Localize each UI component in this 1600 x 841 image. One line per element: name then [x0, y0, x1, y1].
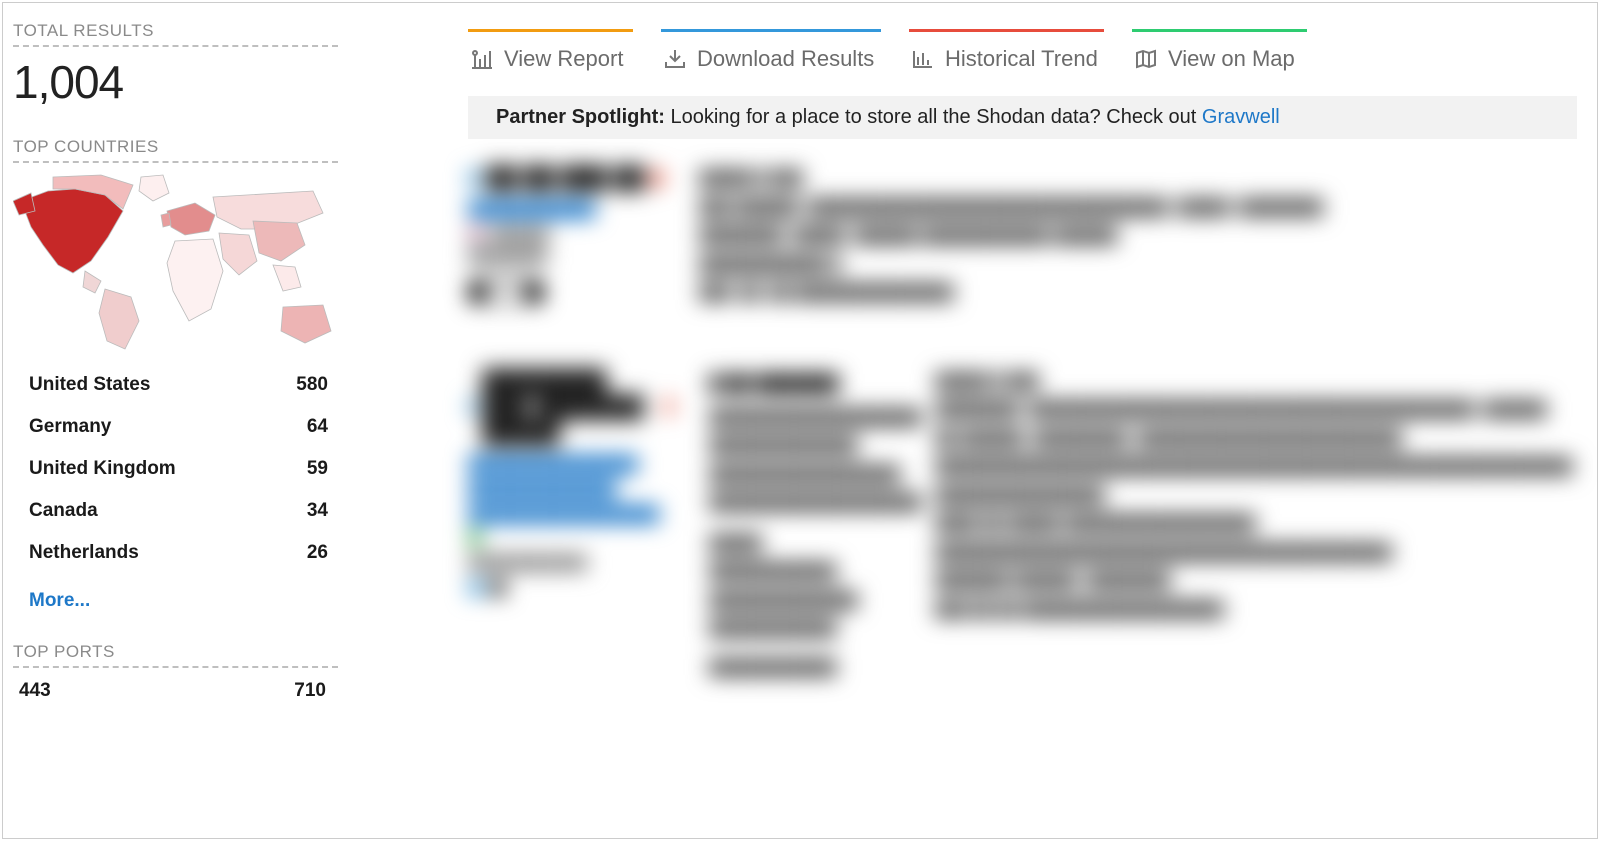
top-countries-label: TOP COUNTRIES — [13, 137, 338, 157]
tag-icon — [490, 580, 506, 596]
accent-bar — [909, 29, 1104, 32]
country-count: 34 — [307, 500, 328, 522]
accent-bar — [468, 29, 633, 32]
protocol-icon — [468, 170, 480, 187]
country-row[interactable]: United Kingdom 59 — [29, 458, 328, 480]
result-meta: ██████ — [468, 226, 663, 242]
world-map-svg — [13, 171, 338, 356]
world-map[interactable] — [13, 171, 338, 356]
country-list: United States 580 Germany 64 United King… — [13, 374, 338, 564]
action-bar: View Report Download Results — [468, 29, 1577, 72]
result-title: ████████ ███ ███████ █████ — [468, 368, 673, 446]
chart-icon — [911, 48, 935, 70]
icon-row — [468, 580, 673, 596]
top-ports-label: TOP PORTS — [13, 642, 338, 662]
country-row[interactable]: Canada 34 — [29, 500, 328, 522]
main: View Report Download Results — [348, 3, 1597, 838]
result-item: ██.██.███.██ ████████████ ██████ ███████… — [468, 165, 1577, 308]
action-label: Historical Trend — [945, 46, 1098, 72]
port-row[interactable]: 443 710 — [13, 676, 338, 702]
result-meta: ████████ — [468, 248, 663, 264]
country-count: 59 — [307, 458, 328, 480]
result-title: ██.██.███.██ — [468, 165, 663, 191]
result-hostname: ██████████████ — [468, 481, 673, 498]
country-row[interactable]: Netherlands 26 — [29, 542, 328, 564]
protocol-icon — [468, 398, 476, 415]
country-count: 26 — [307, 542, 328, 564]
partner-text: Looking for a place to store all the Sho… — [665, 106, 1202, 128]
tag-icon — [468, 580, 484, 596]
total-results-value: 1,004 — [13, 55, 338, 109]
country-name: Netherlands — [29, 542, 139, 564]
more-link[interactable]: More... — [29, 590, 90, 612]
result-hostname: ██████████████████ — [468, 506, 673, 523]
results-list-blurred: ██.██.███.██ ████████████ ██████ ███████… — [468, 165, 1577, 682]
map-icon — [1134, 48, 1158, 70]
partner-spotlight-banner: Partner Spotlight: Looking for a place t… — [468, 96, 1577, 139]
divider — [13, 45, 338, 47]
download-results-button[interactable]: Download Results — [661, 29, 881, 72]
view-report-button[interactable]: View Report — [468, 29, 633, 72]
result-hostname: ████████████ — [468, 201, 663, 218]
result-hostname: ████████████████ — [468, 456, 673, 473]
result-body: █████ █ ███ ████████ ███████████████████… — [935, 368, 1577, 683]
country-count: 580 — [296, 374, 328, 396]
port-count: 710 — [294, 680, 326, 702]
result-meta — [468, 531, 673, 548]
view-on-map-button[interactable]: View on Map — [1132, 29, 1307, 72]
accent-bar — [661, 29, 881, 32]
divider — [13, 666, 338, 668]
divider — [13, 161, 338, 163]
action-label: View on Map — [1168, 46, 1295, 72]
report-icon — [470, 48, 494, 70]
country-name: Canada — [29, 500, 98, 522]
country-count: 64 — [307, 416, 328, 438]
alert-icon — [665, 398, 673, 415]
action-label: View Report — [504, 46, 623, 72]
result-mid: █ ██ ███████ ████████████████████ ██████… — [709, 368, 899, 683]
alert-icon — [651, 170, 663, 187]
download-icon — [663, 48, 687, 70]
sidebar: TOTAL RESULTS 1,004 TOP COUNTRIES — [3, 3, 348, 838]
tag-pill: ████ — [468, 280, 544, 304]
result-body: █████ █ ███ ███ ██████ █████████████████… — [699, 165, 1577, 308]
result-item: ████████ ███ ███████ █████ █████████████… — [468, 368, 1577, 683]
country-name: United Kingdom — [29, 458, 176, 480]
country-row[interactable]: Germany 64 — [29, 416, 328, 438]
status-icon — [468, 531, 482, 545]
country-row[interactable]: United States 580 — [29, 374, 328, 396]
port-name: 443 — [19, 680, 51, 702]
flag-icon — [468, 229, 484, 241]
partner-bold-label: Partner Spotlight: — [496, 106, 665, 128]
country-name: United States — [29, 374, 150, 396]
action-label: Download Results — [697, 46, 874, 72]
total-results-label: TOTAL RESULTS — [13, 21, 338, 41]
country-name: Germany — [29, 416, 111, 438]
accent-bar — [1132, 29, 1307, 32]
result-meta: ████████████ — [468, 554, 673, 570]
historical-trend-button[interactable]: Historical Trend — [909, 29, 1104, 72]
partner-link[interactable]: Gravwell — [1202, 106, 1280, 128]
